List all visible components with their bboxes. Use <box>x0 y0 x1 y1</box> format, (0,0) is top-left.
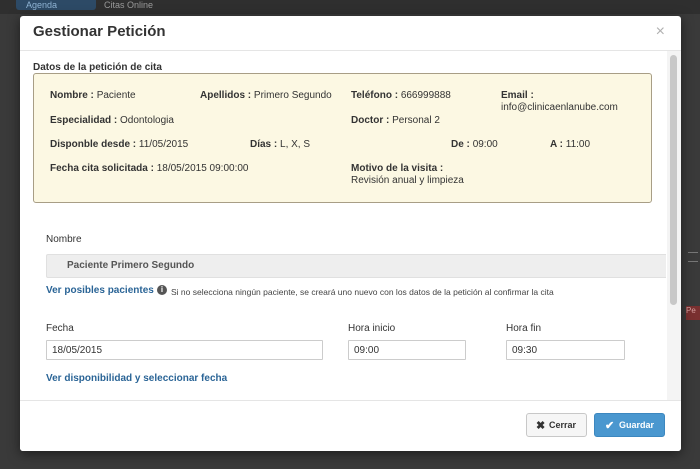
info-icon: i <box>157 285 167 295</box>
background-menu-icon <box>688 252 698 262</box>
nombre-label: Nombre <box>46 234 82 245</box>
patient-hint-text: Si no selecciona ningún paciente, se cre… <box>171 287 554 297</box>
patient-name-value: Paciente Primero Segundo <box>67 260 195 271</box>
close-button[interactable]: ✖ Cerrar <box>526 413 587 437</box>
hora-inicio-label: Hora inicio <box>348 323 396 334</box>
info-nombre: Nombre : Paciente <box>50 90 136 101</box>
see-possible-patients-link[interactable]: Ver posibles pacientes <box>46 285 154 296</box>
close-icon[interactable]: × <box>656 24 665 40</box>
manage-request-modal: Gestionar Petición × Datos de la petició… <box>20 16 681 451</box>
save-button[interactable]: ✔ Guardar <box>594 413 665 437</box>
background-tab-citas-online: Citas Online <box>104 0 154 10</box>
info-de: De : 09:00 <box>451 139 498 150</box>
modal-header: Gestionar Petición × <box>20 16 681 51</box>
start-time-input[interactable] <box>348 340 466 360</box>
info-email: Email : info@clinicaenlanube.com <box>501 90 618 113</box>
close-x-icon: ✖ <box>536 420 546 432</box>
info-disponible-desde: Disponble desde : 11/05/2015 <box>50 139 189 150</box>
info-telefono: Teléfono : 666999888 <box>351 90 451 101</box>
background-tab-agenda: Agenda <box>16 0 96 10</box>
date-input[interactable] <box>46 340 323 360</box>
modal-body: Datos de la petición de cita Nombre : Pa… <box>20 51 666 400</box>
scrollbar-thumb[interactable] <box>670 55 677 305</box>
info-especialidad: Especialidad : Odontologia <box>50 115 174 126</box>
close-button-label: Cerrar <box>549 420 577 430</box>
info-dias: Días : L, X, S <box>250 139 311 150</box>
see-availability-link[interactable]: Ver disponibilidad y seleccionar fecha <box>46 373 227 384</box>
hora-fin-label: Hora fin <box>506 323 542 334</box>
info-doctor: Doctor : Personal 2 <box>351 115 440 126</box>
modal-scrollbar[interactable] <box>667 51 681 400</box>
request-info-box: Nombre : Paciente Apellidos : Primero Se… <box>33 73 652 203</box>
info-motivo: Motivo de la visita : Revisión anual y li… <box>351 163 464 186</box>
background-badge: Pe <box>686 306 700 320</box>
check-icon: ✔ <box>605 420 615 432</box>
info-a: A : 11:00 <box>550 139 591 150</box>
backdrop-app-bar: Agenda Citas Online <box>0 0 700 14</box>
save-button-label: Guardar <box>619 420 655 430</box>
modal-title: Gestionar Petición <box>33 23 166 40</box>
patient-name-field: Paciente Primero Segundo <box>46 254 666 278</box>
info-apellidos: Apellidos : Primero Segundo <box>200 90 332 101</box>
modal-footer: ✖ Cerrar ✔ Guardar <box>20 400 681 451</box>
info-fecha-solicitada: Fecha cita solicitada : 18/05/2015 09:00… <box>50 163 249 174</box>
fecha-label: Fecha <box>46 323 74 334</box>
section-title: Datos de la petición de cita <box>33 62 162 73</box>
end-time-input[interactable] <box>506 340 625 360</box>
